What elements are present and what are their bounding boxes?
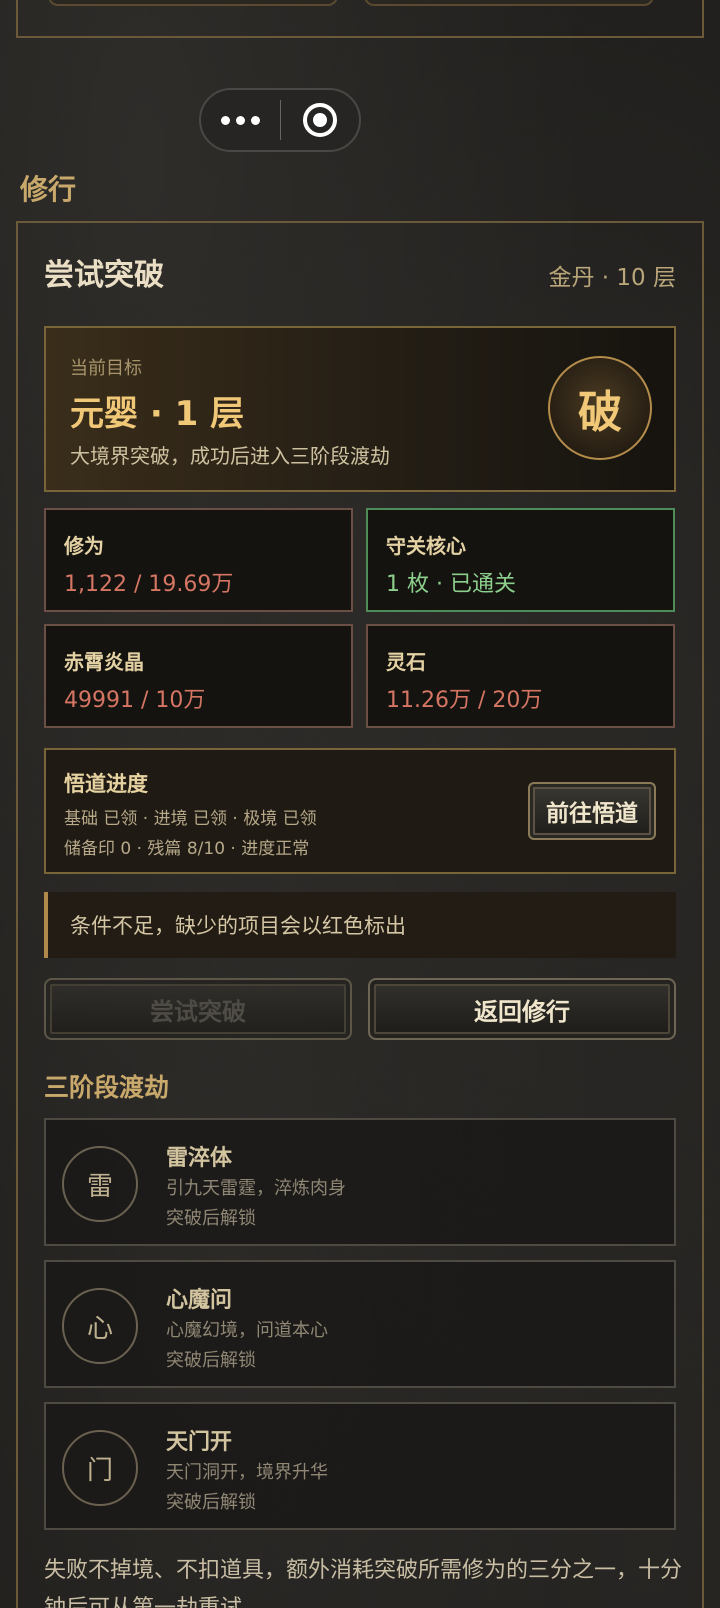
stat-card-crystal: 赤霄炎晶 49991 / 10万 [44, 624, 353, 728]
section-title: 修行 [20, 173, 77, 206]
trial-lock-status: 突破后解锁 [166, 1208, 256, 1229]
trial-name: 天门开 [166, 1430, 233, 1455]
wudao-title: 悟道进度 [64, 772, 148, 796]
trial-name: 雷淬体 [166, 1146, 233, 1171]
wudao-line-2: 储备印 0 · 残篇 8/10 · 进度正常 [64, 839, 310, 859]
stat-name: 赤霄炎晶 [64, 650, 144, 674]
target-circle-icon[interactable] [281, 103, 360, 137]
trial-desc: 天门洞开，境界升华 [166, 1462, 328, 1483]
failure-footnote: 失败不掉境、不扣道具，额外消耗突破所需修为的三分之一，十分钟后可从第一劫重试。 [44, 1558, 683, 1608]
condition-notice: 条件不足，缺少的项目会以红色标出 [44, 892, 676, 958]
stat-value: 11.26万 / 20万 [386, 688, 543, 713]
trial-desc: 引九天雷霆，淬炼肉身 [166, 1178, 346, 1199]
more-dots-icon[interactable] [201, 115, 280, 125]
gate-glyph-icon: 门 [62, 1430, 138, 1506]
stat-name: 修为 [64, 534, 104, 558]
go-wudao-button[interactable]: 前往悟道 [528, 782, 656, 840]
stat-card-guard-core: 守关核心 1 枚 · 已通关 [366, 508, 675, 612]
trial-desc: 心魔幻境，问道本心 [166, 1320, 328, 1341]
mini-program-capsule [199, 88, 361, 152]
trial-item-thunder: 雷 雷淬体 引九天雷霆，淬炼肉身 突破后解锁 [44, 1118, 676, 1246]
stat-card-cultivation: 修为 1,122 / 19.69万 [44, 508, 353, 612]
current-realm: 金丹 · 10 层 [548, 265, 676, 291]
heart-glyph-icon: 心 [62, 1288, 138, 1364]
previous-card-frame [16, 0, 704, 38]
stat-value: 1,122 / 19.69万 [64, 572, 234, 597]
trial-item-heaven-gate: 门 天门开 天门洞开，境界升华 突破后解锁 [44, 1402, 676, 1530]
stat-name: 灵石 [386, 650, 426, 674]
target-desc: 大境界突破，成功后进入三阶段渡劫 [70, 444, 390, 468]
previous-card-button-left[interactable] [48, 0, 338, 6]
thunder-glyph-icon: 雷 [62, 1146, 138, 1222]
stat-name: 守关核心 [386, 534, 466, 558]
attempt-breakthrough-button[interactable]: 尝试突破 [44, 978, 352, 1040]
stat-value: 49991 / 10万 [64, 688, 206, 713]
trial-lock-status: 突破后解锁 [166, 1492, 256, 1513]
target-value: 元婴 · 1 层 [70, 394, 245, 434]
trial-name: 心魔问 [166, 1288, 233, 1313]
trial-lock-status: 突破后解锁 [166, 1350, 256, 1371]
stat-card-spirit-stone: 灵石 11.26万 / 20万 [366, 624, 675, 728]
stat-value: 1 枚 · 已通关 [386, 572, 516, 597]
target-label: 当前目标 [70, 358, 142, 379]
trial-item-heart-demon: 心 心魔问 心魔幻境，问道本心 突破后解锁 [44, 1260, 676, 1388]
trials-title: 三阶段渡劫 [44, 1073, 170, 1102]
previous-card-button-right[interactable] [364, 0, 654, 6]
back-to-cultivation-button[interactable]: 返回修行 [368, 978, 676, 1040]
wudao-line-1: 基础 已领 · 进境 已领 · 极境 已领 [64, 809, 317, 829]
current-target-box: 当前目标 元婴 · 1 层 大境界突破，成功后进入三阶段渡劫 破 [44, 326, 676, 492]
break-button[interactable]: 破 [548, 356, 652, 460]
wudao-progress-card: 悟道进度 基础 已领 · 进境 已领 · 极境 已领 储备印 0 · 残篇 8/… [44, 748, 676, 874]
card-title: 尝试突破 [44, 258, 164, 293]
